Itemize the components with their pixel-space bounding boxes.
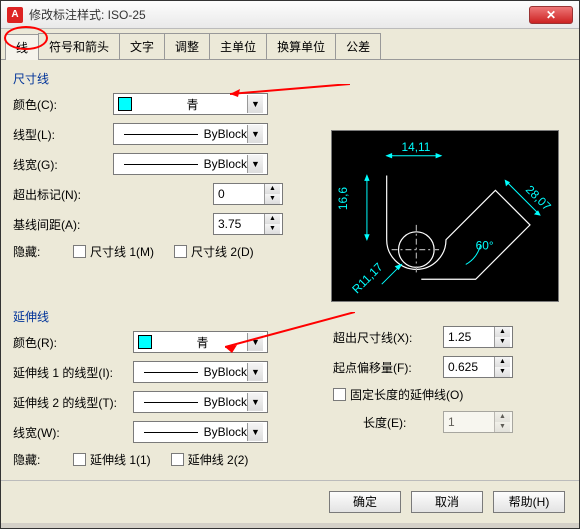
chevron-down-icon: ▼ bbox=[247, 393, 263, 411]
chevron-down-icon: ▼ bbox=[247, 125, 263, 143]
lineweight-label: 线宽(G): bbox=[13, 156, 113, 173]
tab-primary[interactable]: 主单位 bbox=[209, 33, 267, 59]
fixed-label: 固定长度的延伸线(O) bbox=[350, 386, 463, 403]
offset-label: 起点偏移量(F): bbox=[333, 359, 443, 376]
hide1-label: 尺寸线 1(M) bbox=[90, 243, 154, 260]
extend-spinner[interactable]: ▲▼ bbox=[213, 183, 283, 205]
chevron-down-icon: ▼ bbox=[247, 423, 263, 441]
ok-button[interactable]: 确定 bbox=[329, 491, 401, 513]
lt1-label: 延伸线 1 的线型(I): bbox=[13, 364, 133, 381]
lt2-dropdown[interactable]: ByBlock ▼ bbox=[133, 391, 268, 413]
length-label: 长度(E): bbox=[333, 414, 443, 431]
lt2-label: 延伸线 2 的线型(T): bbox=[13, 394, 133, 411]
svg-text:14,11: 14,11 bbox=[402, 140, 431, 154]
exthide2-label: 延伸线 2(2) bbox=[188, 451, 249, 468]
color-dropdown[interactable]: 青 ▼ bbox=[113, 93, 268, 115]
color-swatch bbox=[138, 335, 152, 349]
chevron-down-icon: ▼ bbox=[247, 363, 263, 381]
hide-label: 隐藏: bbox=[13, 243, 73, 260]
tab-line[interactable]: 线 bbox=[5, 34, 39, 60]
svg-text:16,6: 16,6 bbox=[336, 187, 350, 210]
tab-bar: 线 符号和箭头 文字 调整 主单位 换算单位 公差 bbox=[1, 29, 579, 60]
help-button[interactable]: 帮助(H) bbox=[493, 491, 565, 513]
tab-tol[interactable]: 公差 bbox=[335, 33, 381, 59]
fixed-checkbox[interactable] bbox=[333, 388, 346, 401]
linetype-dropdown[interactable]: ByBlock ▼ bbox=[113, 123, 268, 145]
svg-text:R11,17: R11,17 bbox=[349, 260, 385, 296]
exthide1-checkbox[interactable] bbox=[73, 453, 86, 466]
beyond-spinner[interactable]: ▲▼ bbox=[443, 326, 513, 348]
linetype-label: 线型(L): bbox=[13, 126, 113, 143]
extend-input[interactable] bbox=[214, 184, 264, 204]
line-preview bbox=[124, 164, 198, 165]
dimline-title: 尺寸线 bbox=[13, 70, 567, 87]
color-label: 颜色(C): bbox=[13, 96, 113, 113]
extlw-label: 线宽(W): bbox=[13, 424, 133, 441]
spacing-input[interactable] bbox=[214, 214, 264, 234]
extcolor-label: 颜色(R): bbox=[13, 334, 133, 351]
svg-text:28,07: 28,07 bbox=[523, 183, 554, 214]
beyond-input[interactable] bbox=[444, 327, 494, 347]
app-icon: A bbox=[7, 7, 23, 23]
spacing-spinner[interactable]: ▲▼ bbox=[213, 213, 283, 235]
svg-text:60°: 60° bbox=[476, 239, 494, 253]
lineweight-dropdown[interactable]: ByBlock ▼ bbox=[113, 153, 268, 175]
length-input[interactable] bbox=[444, 412, 494, 432]
tab-text[interactable]: 文字 bbox=[119, 33, 165, 59]
exthide1-label: 延伸线 1(1) bbox=[90, 451, 151, 468]
extcolor-dropdown[interactable]: 青 ▼ bbox=[133, 331, 268, 353]
hide2-checkbox[interactable] bbox=[174, 245, 187, 258]
offset-spinner[interactable]: ▲▼ bbox=[443, 356, 513, 378]
chevron-down-icon: ▼ bbox=[247, 333, 263, 351]
chevron-down-icon: ▼ bbox=[247, 95, 263, 113]
tab-alt[interactable]: 换算单位 bbox=[266, 33, 336, 59]
lt1-dropdown[interactable]: ByBlock ▼ bbox=[133, 361, 268, 383]
window-title: 修改标注样式: ISO-25 bbox=[29, 6, 529, 23]
cancel-button[interactable]: 取消 bbox=[411, 491, 483, 513]
spacing-label: 基线间距(A): bbox=[13, 216, 213, 233]
spin-up-icon[interactable]: ▲ bbox=[265, 184, 280, 194]
offset-input[interactable] bbox=[444, 357, 494, 377]
spin-up-icon[interactable]: ▲ bbox=[265, 214, 280, 224]
extend-label: 超出标记(N): bbox=[13, 186, 213, 203]
extline-title: 延伸线 bbox=[13, 308, 333, 325]
chevron-down-icon: ▼ bbox=[247, 155, 263, 173]
beyond-label: 超出尺寸线(X): bbox=[333, 329, 443, 346]
preview-pane: 14,11 16,6 28,07 R11,17 60° bbox=[331, 130, 559, 302]
spin-down-icon[interactable]: ▼ bbox=[265, 224, 280, 234]
hide1-checkbox[interactable] bbox=[73, 245, 86, 258]
length-spinner[interactable]: ▲▼ bbox=[443, 411, 513, 433]
extlw-dropdown[interactable]: ByBlock ▼ bbox=[133, 421, 268, 443]
exthide2-checkbox[interactable] bbox=[171, 453, 184, 466]
tab-fit[interactable]: 调整 bbox=[164, 33, 210, 59]
tab-symbols[interactable]: 符号和箭头 bbox=[38, 33, 120, 59]
color-swatch bbox=[118, 97, 132, 111]
spin-down-icon[interactable]: ▼ bbox=[265, 194, 280, 204]
hide2-label: 尺寸线 2(D) bbox=[191, 243, 254, 260]
close-button[interactable]: ✕ bbox=[529, 6, 573, 24]
exthide-label: 隐藏: bbox=[13, 451, 73, 468]
line-preview bbox=[124, 134, 198, 135]
